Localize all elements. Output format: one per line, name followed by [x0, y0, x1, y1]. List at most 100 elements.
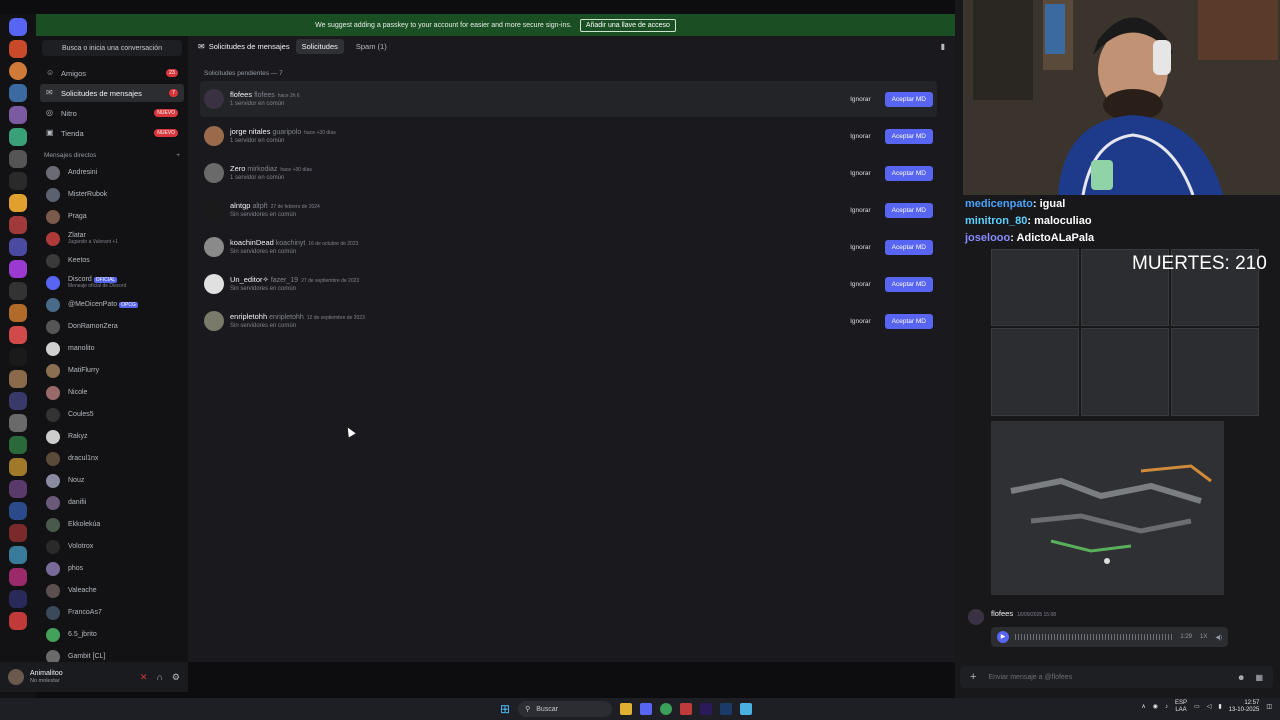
dm-item[interactable]: MisterRubok [40, 184, 184, 206]
server-icon[interactable] [9, 40, 27, 58]
dm-item[interactable]: Coules5 [40, 404, 184, 426]
nav-shop[interactable]: ▣ Tienda NUEVO [40, 124, 184, 142]
server-icon[interactable] [9, 304, 27, 322]
tray-chevron-icon[interactable]: ∧ [1141, 703, 1145, 710]
ignore-button[interactable]: Ignorar [842, 92, 879, 107]
avatar[interactable] [968, 609, 984, 625]
request-row[interactable]: Un_editor✧ fazer_19 27 de septiembre de 20… [200, 266, 937, 302]
ignore-button[interactable]: Ignorar [842, 314, 879, 329]
server-icon[interactable] [9, 590, 27, 608]
dm-item[interactable]: Nicole [40, 382, 184, 404]
dm-item[interactable]: Zlatar Jugando a Valorant +1 [40, 228, 184, 250]
server-icon[interactable] [9, 370, 27, 388]
bookmark-icon[interactable]: ▮ [941, 42, 945, 51]
playback-speed[interactable]: 1X [1200, 634, 1207, 640]
request-row[interactable]: enripletohh enripletohh 12 de septiembre d… [200, 303, 937, 339]
volume-tray-icon[interactable]: ♪ [1165, 704, 1168, 710]
accept-dm-button[interactable]: Aceptar MD [884, 91, 933, 107]
accept-dm-button[interactable]: Aceptar MD [884, 202, 933, 218]
notifications-icon[interactable]: ◫ [1266, 703, 1272, 710]
premiere-icon[interactable] [700, 703, 713, 715]
add-attachment-icon[interactable]: + [970, 671, 976, 683]
app-icon[interactable] [680, 703, 693, 715]
avatar[interactable] [204, 126, 224, 146]
waveform[interactable] [1015, 634, 1175, 640]
server-icon[interactable] [9, 458, 27, 476]
image-attachment[interactable] [1081, 328, 1169, 416]
request-row[interactable]: jorge nitales guaripolo hace +30 días 1 ser… [200, 118, 937, 154]
server-icon[interactable] [9, 84, 27, 102]
dm-item[interactable]: FrancoAs7 [40, 602, 184, 624]
clock[interactable]: 12:57 13-10-2025 [1229, 700, 1260, 713]
dm-item[interactable]: MatiFlurry [40, 360, 184, 382]
start-button-icon[interactable]: ⊞ [500, 702, 510, 716]
server-icon[interactable] [9, 62, 27, 80]
server-icon[interactable] [9, 260, 27, 278]
accept-dm-button[interactable]: Aceptar MD [884, 165, 933, 181]
avatar[interactable] [204, 311, 224, 331]
server-icon[interactable] [9, 172, 27, 190]
ignore-button[interactable]: Ignorar [842, 129, 879, 144]
server-icon[interactable] [9, 348, 27, 366]
app-launcher-icon[interactable]: ▦ [1255, 673, 1263, 682]
dm-item[interactable]: manolito [40, 338, 184, 360]
server-icon[interactable] [9, 524, 27, 542]
dm-item[interactable]: Discord OFICIAL Mensaje oficial de Discord [40, 272, 184, 294]
message-input[interactable]: + Enviar mensaje a @flofees ☻ ▦ [960, 666, 1273, 688]
server-icon[interactable] [9, 194, 27, 212]
dm-item[interactable]: DonRamonZera [40, 316, 184, 338]
speaker-icon[interactable]: ◁ [1207, 703, 1212, 710]
server-icon[interactable] [9, 480, 27, 498]
dm-item[interactable]: Gambit [CL] [40, 646, 184, 662]
server-icon[interactable] [9, 238, 27, 256]
dm-item[interactable]: Volotrox [40, 536, 184, 558]
dm-item[interactable]: Ekkolekúa [40, 514, 184, 536]
tab-requests[interactable]: Solicitudes [295, 38, 344, 54]
mic-muted-icon[interactable]: ✕ [140, 672, 148, 683]
avatar[interactable] [204, 163, 224, 183]
dm-item[interactable]: Rakyz [40, 426, 184, 448]
accept-dm-button[interactable]: Aceptar MD [884, 276, 933, 292]
dm-item[interactable]: Valeache [40, 580, 184, 602]
nav-message-requests[interactable]: ✉ Solicitudes de mensajes 7 [40, 84, 184, 102]
nav-nitro[interactable]: ◎ Nitro NUEVO [40, 104, 184, 122]
request-row[interactable]: koachinDead koachinyt 16 de octubre de 202… [200, 229, 937, 265]
nav-friends[interactable]: ☺ Amigos 23 [40, 64, 184, 82]
play-icon[interactable]: ▶ [997, 631, 1009, 643]
dm-item[interactable]: Keetos [40, 250, 184, 272]
tab-spam[interactable]: Spam (1) [350, 39, 393, 54]
display-icon[interactable]: ▭ [1194, 703, 1200, 710]
network-icon[interactable]: ◉ [1153, 703, 1158, 710]
discord-app-icon[interactable] [640, 703, 653, 715]
server-icon[interactable] [9, 568, 27, 586]
image-attachment[interactable] [1171, 328, 1259, 416]
server-icon[interactable] [9, 216, 27, 234]
headphones-icon[interactable]: ∩ [156, 672, 162, 683]
dm-item[interactable]: dracul1nx [40, 448, 184, 470]
server-icon[interactable] [9, 392, 27, 410]
ignore-button[interactable]: Ignorar [842, 166, 879, 181]
battery-icon[interactable]: ▮ [1218, 703, 1221, 710]
ignore-button[interactable]: Ignorar [842, 277, 879, 292]
server-icon[interactable] [9, 150, 27, 168]
emoji-icon[interactable]: ☻ [1237, 673, 1245, 682]
author-name[interactable]: flofees [991, 609, 1013, 618]
dm-item[interactable]: 6.5_jbrito [40, 624, 184, 646]
volume-icon[interactable]: ◀) [1215, 634, 1222, 641]
avatar[interactable] [8, 669, 24, 685]
server-icon[interactable] [9, 502, 27, 520]
add-passkey-button[interactable]: Añadir una llave de acceso [579, 18, 676, 32]
gear-icon[interactable]: ⚙ [172, 672, 180, 683]
avatar[interactable] [204, 89, 224, 109]
discord-home-icon[interactable] [9, 18, 27, 36]
server-icon[interactable] [9, 414, 27, 432]
server-icon[interactable] [9, 128, 27, 146]
avatar[interactable] [204, 274, 224, 294]
photoshop-icon[interactable] [720, 703, 733, 715]
add-dm-icon[interactable]: + [176, 152, 180, 159]
image-attachment[interactable] [991, 328, 1079, 416]
conversation-search-button[interactable]: Busca o inicia una conversación [42, 40, 182, 56]
notepad-icon[interactable] [740, 703, 753, 715]
dm-item[interactable]: phos [40, 558, 184, 580]
map-image-attachment[interactable] [991, 421, 1224, 595]
